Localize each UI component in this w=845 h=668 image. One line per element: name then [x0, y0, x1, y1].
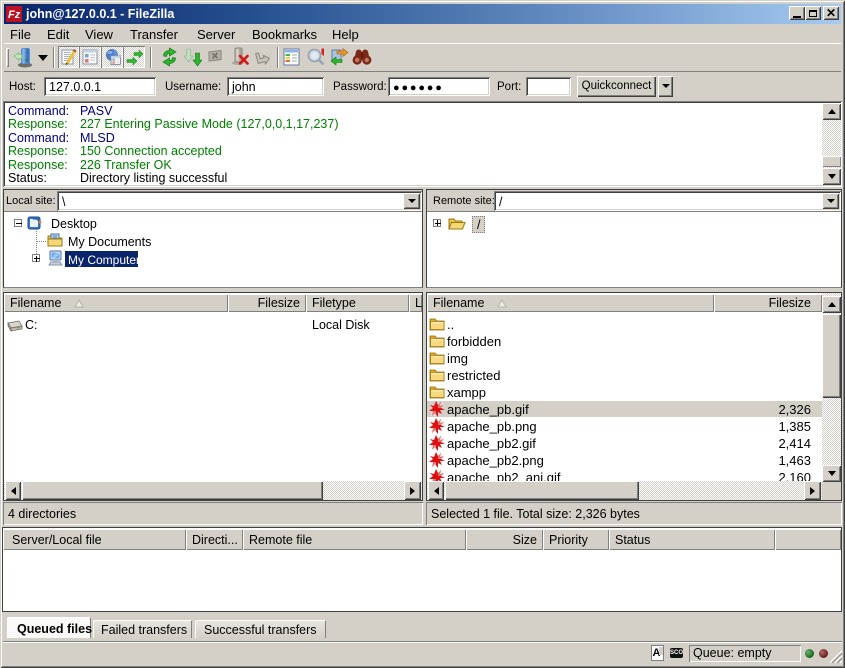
svg-text:Fz: Fz [8, 9, 21, 21]
